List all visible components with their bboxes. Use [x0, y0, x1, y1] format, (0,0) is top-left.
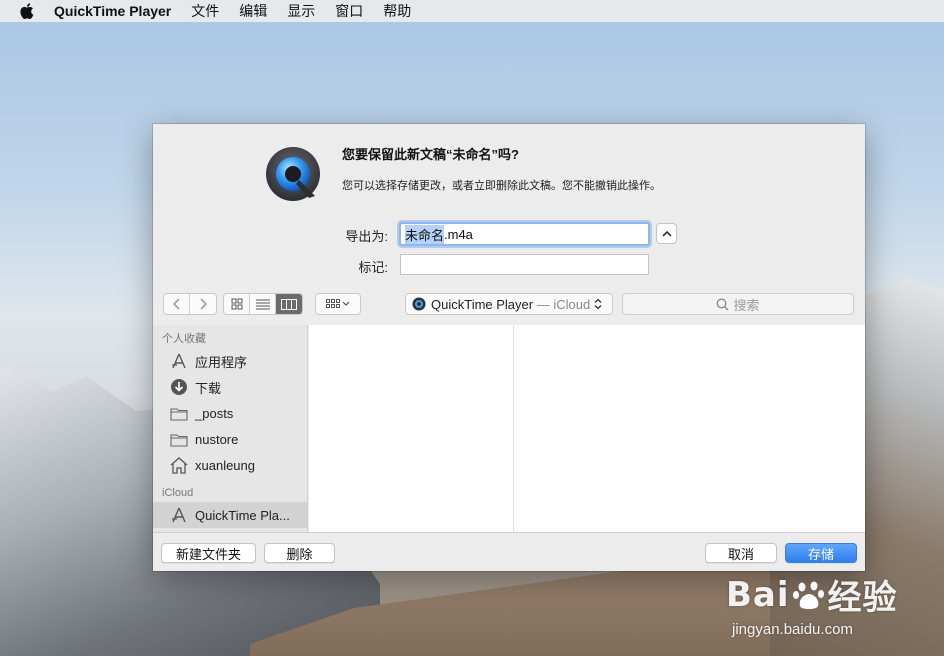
sidebar-item-posts[interactable]: _posts: [153, 400, 307, 426]
sidebar-item-nustore[interactable]: nustore: [153, 426, 307, 452]
delete-button[interactable]: 删除: [264, 543, 335, 563]
quicktime-icon: [265, 146, 323, 204]
sidebar-section-favorites: 个人收藏: [162, 333, 206, 345]
sidebar-section-icloud: iCloud: [162, 487, 194, 499]
downloads-icon: [169, 378, 189, 396]
cancel-button[interactable]: 取消: [705, 543, 777, 563]
sidebar-item-quicktime-icloud[interactable]: QuickTime Pla...: [153, 502, 307, 528]
folder-icon: [169, 404, 189, 422]
sidebar-item-label: 应用程序: [195, 354, 248, 370]
folder-icon: [169, 430, 189, 448]
sidebar-item-downloads[interactable]: 下载: [153, 374, 307, 400]
file-browser-columns[interactable]: [309, 325, 865, 532]
grid-icon: [231, 298, 242, 310]
paw-icon: [792, 578, 826, 612]
location-popup[interactable]: QuickTime Player — iCloud: [405, 293, 613, 315]
gallery-grid-icon: [326, 299, 350, 308]
navigation-buttons: [163, 293, 217, 315]
new-folder-button[interactable]: 新建文件夹: [161, 543, 256, 563]
search-input[interactable]: 搜索: [622, 293, 854, 315]
menu-view[interactable]: 显示: [287, 1, 315, 21]
list-icon: [255, 299, 270, 309]
save-button[interactable]: 存储: [785, 543, 857, 563]
watermark-logo-left: Bai: [726, 574, 790, 615]
watermark-logo-right: 经验: [827, 578, 898, 618]
updown-chevron-icon: [594, 298, 608, 310]
dialog-subtitle: 您可以选择存储更改，或者立即删除此文稿。您不能撤销此操作。: [342, 180, 661, 192]
menu-app-name[interactable]: QuickTime Player: [54, 3, 171, 19]
sidebar-item-applications[interactable]: 应用程序: [153, 348, 307, 374]
menu-window[interactable]: 窗口: [335, 1, 363, 21]
chevron-left-icon: [172, 298, 180, 310]
sidebar-item-label: QuickTime Pla...: [195, 507, 290, 523]
sidebar-item-label: nustore: [195, 431, 239, 447]
applications-icon: [169, 352, 189, 370]
filename-field[interactable]: 未命名 .m4a: [399, 222, 650, 246]
menu-bar: QuickTime Player 文件 编辑 显示 窗口 帮助: [0, 0, 944, 22]
location-separator: — iCloud: [533, 296, 591, 312]
chevron-right-icon: [200, 298, 207, 310]
menu-help[interactable]: 帮助: [383, 1, 411, 21]
location-name: QuickTime Player: [431, 296, 534, 312]
column-view-button[interactable]: [276, 294, 302, 314]
back-button[interactable]: [164, 294, 190, 314]
dialog-title: 您要保留此新文稿“未命名”吗?: [342, 147, 519, 162]
tags-field[interactable]: [400, 254, 649, 275]
search-icon: [716, 298, 729, 311]
baidu-logo: Bai 经验: [726, 570, 898, 619]
list-view-button[interactable]: [250, 294, 276, 314]
view-mode-buttons: [223, 293, 303, 315]
chevron-up-icon: [661, 230, 672, 237]
sidebar-item-label: _posts: [195, 405, 234, 421]
quicktime-small-icon: [412, 297, 426, 311]
export-as-label: 导出为:: [345, 229, 388, 244]
filename-extension: .m4a: [444, 226, 473, 242]
filename-selected-text: 未命名: [405, 224, 445, 244]
watermark-url: jingyan.baidu.com: [732, 621, 853, 638]
sidebar-item-home[interactable]: xuanleung: [153, 452, 307, 478]
arrange-menu-button[interactable]: [315, 293, 361, 315]
save-dialog: 您要保留此新文稿“未命名”吗? 您可以选择存储更改，或者立即删除此文稿。您不能撤…: [153, 124, 865, 571]
applications-icon: [169, 506, 189, 524]
dialog-footer: 新建文件夹 删除 取消 存储: [153, 532, 865, 571]
search-placeholder: 搜索: [733, 297, 760, 313]
forward-button[interactable]: [190, 294, 216, 314]
tags-label: 标记:: [358, 260, 388, 275]
arrange-button[interactable]: [316, 294, 360, 314]
apple-menu-icon[interactable]: [20, 3, 36, 19]
home-icon: [169, 456, 189, 474]
baidu-watermark: Bai 经验 jingyan.baidu.com: [726, 570, 898, 639]
expand-dialog-button[interactable]: [656, 223, 677, 244]
columns-icon: [281, 298, 297, 310]
column-divider[interactable]: [513, 325, 514, 532]
menu-edit[interactable]: 编辑: [239, 1, 267, 21]
sidebar-item-label: 下载: [195, 380, 222, 396]
icon-view-button[interactable]: [224, 294, 250, 314]
sidebar-item-label: xuanleung: [195, 457, 255, 473]
menu-file[interactable]: 文件: [191, 1, 219, 21]
sidebar: 个人收藏 应用程序 下载 _posts nustore xuanleung iC…: [153, 325, 308, 532]
